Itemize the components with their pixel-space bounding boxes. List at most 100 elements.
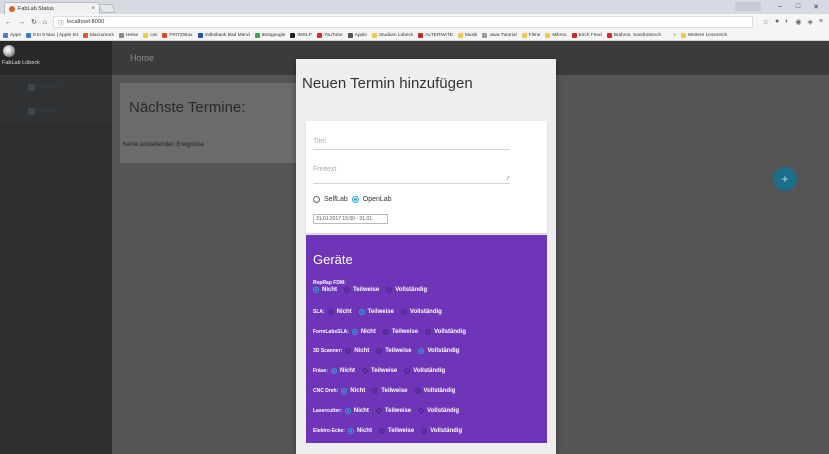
minimize-button[interactable]: – [771,3,789,10]
bookmark-item[interactable]: Apps [3,32,21,38]
state-radio[interactable] [421,427,428,434]
bookmark-label: Weitere Lesezeich [687,32,728,38]
info-icon[interactable]: ⓘ [58,18,64,27]
state-label: Vollständig [423,388,456,394]
state-radio[interactable] [418,407,425,414]
state-radio[interactable] [358,308,365,315]
sidebar-item-benutzer[interactable]: Benutzer [0,99,112,123]
bookmark-item[interactable]: Mikros [545,32,567,38]
card-title: Nächste Termine: [129,99,246,116]
bookmark-item[interactable]: Studium Lübeck [371,32,413,38]
bookmark-label: FRITZ!Box [169,32,193,38]
home-icon[interactable]: ⌂ [43,19,47,26]
state-radio[interactable] [378,427,385,434]
state-radio[interactable] [341,388,348,394]
state-radio[interactable] [404,368,411,375]
sidebar-item-uebersicht[interactable]: Übersicht [0,75,112,99]
url-input[interactable]: ⓘ localhost:8000 [53,16,754,28]
bookmark-item[interactable]: Brahms, Sandmännch [606,32,661,38]
bookmark-item[interactable]: Filme [521,32,541,38]
devices-panel: Geräte RepRap FDM: Nicht Teilweise Vollstän… [306,235,547,443]
bookmark-icon [3,32,8,38]
back-arrow-icon[interactable]: ← [5,19,12,26]
state-radio[interactable] [351,328,358,335]
bookmark-item[interactable]: ALTERNATE [418,32,453,38]
bookmark-icon [197,32,203,38]
state-radio[interactable] [327,308,334,315]
state-radio[interactable] [382,328,389,335]
close-window-button[interactable]: ✕ [807,3,825,11]
bookmark-label: Filme [528,32,541,38]
state-radio[interactable] [313,287,319,293]
extension-icon[interactable]: ● [775,18,779,26]
state-radio[interactable] [345,348,352,355]
bookmark-label: Musik [464,32,478,38]
bookmark-item[interactable]: Uni [143,32,157,38]
device-state-radio-group: Nicht Teilweise Vollständig [331,368,449,375]
bookmark-item[interactable]: IMSLP [290,32,312,38]
bookmark-item[interactable]: Musik [457,32,478,38]
bookmark-item[interactable]: Erich Fried [571,32,602,38]
upcoming-events-card: Nächste Termine: Keine anstehenden Ereig… [120,83,318,163]
date-range-input[interactable]: 31.01.2017 15:00 - 31.01. [313,214,388,224]
bookmark-item[interactable]: 9to5google [254,32,286,38]
device-row: CNC Dreh: Nicht Teilweise Vollständig [313,388,459,394]
user-icon [28,107,35,115]
device-state-radio-group: Nicht Teilweise Vollständig [344,407,463,414]
menu-icon[interactable]: ≡ [819,18,823,26]
state-radio[interactable] [372,388,379,394]
resize-handle-icon[interactable]: ⁄⁄ [507,176,509,182]
state-radio[interactable] [347,427,354,434]
sidebar-brand[interactable]: FabLab Lübeck [0,41,112,75]
bookmark-item[interactable]: Apple [347,32,367,38]
device-label: CNC Dreh: [313,388,339,394]
bookmark-item[interactable]: Volksbank Bad Münd [197,32,250,38]
bookmark-item[interactable]: 9 to 5 Mac | Apple Int [25,32,78,38]
bookmark-item[interactable]: YouTube [316,32,343,38]
device-state-radio-group: Nicht Teilweise Vollständig [351,328,470,335]
bookmark-label: Macrumors [89,32,114,38]
extension-icon[interactable]: ◉ [795,18,801,26]
state-radio[interactable] [414,388,421,394]
bookmark-icon [680,32,686,38]
state-radio[interactable] [425,328,432,335]
new-tab-button[interactable] [98,4,116,13]
state-radio[interactable] [376,348,383,355]
state-radio[interactable] [375,407,382,414]
bookmark-label: YouTube [323,32,343,38]
bookmark-item[interactable]: » [666,33,676,38]
browser-chrome: FabLab Status × – □ ✕ ← → ↻ ⌂ ⓘ localhos… [0,0,829,41]
bookmark-item[interactable]: FRITZ!Box [162,32,193,38]
extension-icon[interactable]: ◐ [785,18,789,26]
tab-close-icon[interactable]: × [91,6,95,12]
bookmark-item[interactable]: Java Tutorial [482,32,517,38]
selflab-radio[interactable] [313,196,320,203]
state-radio[interactable] [344,407,351,414]
extension-icon[interactable]: ◈ [808,18,813,26]
state-radio[interactable] [344,287,350,293]
reload-icon[interactable]: ↻ [31,18,37,26]
openlab-radio[interactable] [351,196,359,203]
state-radio[interactable] [362,368,369,375]
bookmark-item[interactable]: Weitere Lesezeich [680,32,728,38]
add-event-fab-button[interactable]: + [773,167,797,191]
bookmark-item[interactable]: Heise [118,32,138,38]
state-radio[interactable] [400,308,407,315]
maximize-button[interactable]: □ [789,3,807,10]
bookmark-item[interactable]: Macrumors [82,32,114,38]
bookmark-star-icon[interactable]: ☆ [763,18,769,26]
state-label: Teilweise [381,388,408,394]
browser-tab[interactable]: FabLab Status × [4,2,100,14]
device-state-radio-group: Nicht Teilweise Vollständig [345,348,463,355]
brand-name: FabLab Lübeck [2,60,40,66]
forward-arrow-icon[interactable]: → [18,19,25,26]
device-label: 3D Scanner: [313,348,343,355]
bookmark-label: 9to5google [261,32,286,38]
state-radio[interactable] [386,287,393,293]
state-radio[interactable] [331,368,338,375]
state-radio[interactable] [418,348,425,355]
freetext-textarea[interactable]: Freitext ⁄⁄ [313,166,510,184]
title-input[interactable]: Titel [313,138,510,150]
profile-button[interactable] [735,2,761,11]
state-label: Teilweise [391,328,419,335]
